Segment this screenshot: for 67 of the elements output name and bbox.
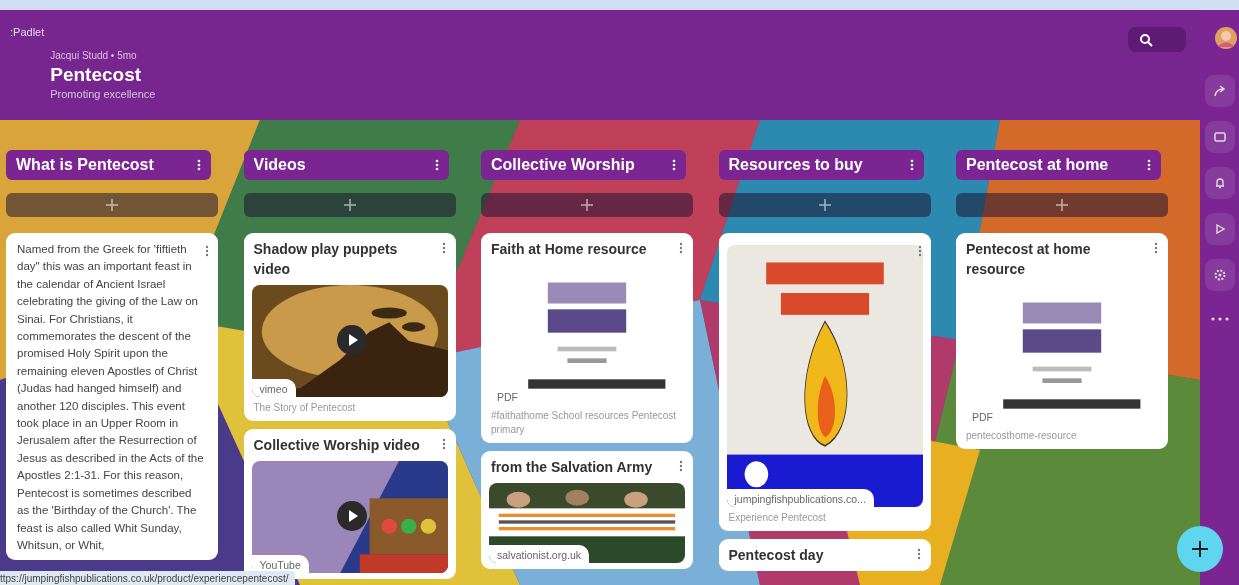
post-card[interactable]: Pentecost day <box>718 539 931 571</box>
more-icon[interactable] <box>434 159 439 171</box>
more-icon[interactable] <box>197 159 201 171</box>
more-icon[interactable] <box>679 460 683 472</box>
more-icon[interactable] <box>916 548 921 560</box>
search-icon <box>1139 32 1153 47</box>
more-icon[interactable] <box>441 242 446 254</box>
post-title: Pentecost at home resource <box>966 240 1092 279</box>
plus-icon <box>343 199 356 211</box>
board-title: Pentecost <box>50 64 143 86</box>
share-button[interactable] <box>1204 75 1235 107</box>
post-card[interactable] <box>6 233 218 561</box>
share-icon <box>1213 85 1226 97</box>
play-icon <box>1213 223 1226 235</box>
plus-icon <box>1056 199 1068 211</box>
more-icon[interactable] <box>1147 159 1151 171</box>
post-card[interactable]: jumpingfishpublications.co... Experience Pentecost <box>718 233 931 531</box>
more-icon[interactable] <box>1210 317 1229 321</box>
more-icon[interactable] <box>205 245 209 257</box>
add-post-button[interactable] <box>1177 526 1223 572</box>
source-label: salvationist.org.uk <box>489 545 590 563</box>
post-card[interactable]: Pentecost at home resource PDF pentecosthome-resource <box>956 233 1168 449</box>
frame-icon <box>1213 131 1226 143</box>
post-title: Pentecost day <box>728 546 824 565</box>
avatar-icon[interactable] <box>1214 27 1237 49</box>
more-icon[interactable] <box>1154 242 1158 254</box>
post-caption: Experience Pentecost <box>728 511 827 525</box>
bell-icon <box>1213 177 1226 189</box>
post-title: from the Salvation Army <box>491 458 653 477</box>
column-title: Resources to buy <box>728 156 863 174</box>
author-byline: Jacqui Studd • 5mo <box>50 50 138 61</box>
settings-button[interactable] <box>1204 259 1235 291</box>
column-title: Collective Worship <box>491 156 635 174</box>
more-icon[interactable] <box>441 438 446 450</box>
source-label: jumpingfishpublications.co... <box>726 489 874 507</box>
post-title: Faith at Home resource <box>491 240 647 259</box>
post-text: Named from the Greek for 'fiftieth day" this was an important feast in the calendar of Ancient Israel celebrating the giving of the Law on Sinai. For Christians, it commemorates the descent of the promised Holy Spirit upon the remaining eleven Apostles of Christ (Judas had hanged himself) and another 120 disciples. This event took place in an Upper Room in Jerusalem after the Resurrection of Jesus as described in the Acts of the Apostles 2:1-31. For this reason, Pentecost is sometimes described as the 'Birthday of the Church'. The feast is also called Whit Sunday, Whitsun, or Whit, <box>17 242 205 553</box>
column-title: Videos <box>253 156 306 174</box>
plus-icon <box>106 199 118 211</box>
plus-icon <box>581 199 593 211</box>
notifications-button[interactable] <box>1204 167 1235 199</box>
search-button[interactable] <box>1128 27 1186 52</box>
remake-button[interactable] <box>1204 121 1235 153</box>
logo[interactable]: :Padlet <box>10 26 45 38</box>
post-card[interactable]: from the Salvation Army salvationist.org.uk <box>481 451 693 569</box>
slideshow-button[interactable] <box>1204 213 1235 245</box>
settings-icon <box>1213 269 1226 281</box>
source-label: YouTube <box>251 555 309 573</box>
more-icon[interactable] <box>909 159 914 171</box>
column-title: What is Pentecost <box>16 156 154 174</box>
post-card[interactable]: Shadow play puppets video vimeo The Story of Pentecost <box>243 233 456 421</box>
source-label: vimeo <box>251 379 296 397</box>
column-title: Pentecost at home <box>966 156 1109 174</box>
post-title: Shadow play puppets video <box>253 240 399 279</box>
plus-icon <box>1191 540 1209 558</box>
post-title: Collective Worship video <box>253 436 420 455</box>
more-icon[interactable] <box>679 242 683 254</box>
plus-icon <box>818 199 831 211</box>
play-icon[interactable] <box>336 325 367 355</box>
post-caption: pentecosthome-resource <box>966 429 1078 443</box>
play-icon[interactable] <box>336 501 367 531</box>
post-caption: The Story of Pentecost <box>253 401 357 415</box>
board-subtitle: Promoting excellence <box>50 88 157 100</box>
post-caption: #faithathome School resources Pentecost primary <box>491 409 678 437</box>
more-icon[interactable] <box>672 159 676 171</box>
post-card[interactable]: Faith at Home resource PDF #faithathome School resources Pentecost primary <box>481 233 693 443</box>
link-url: ttps://jumpingfishpublications.co.uk/product/experiencepentecost/ <box>0 571 295 585</box>
